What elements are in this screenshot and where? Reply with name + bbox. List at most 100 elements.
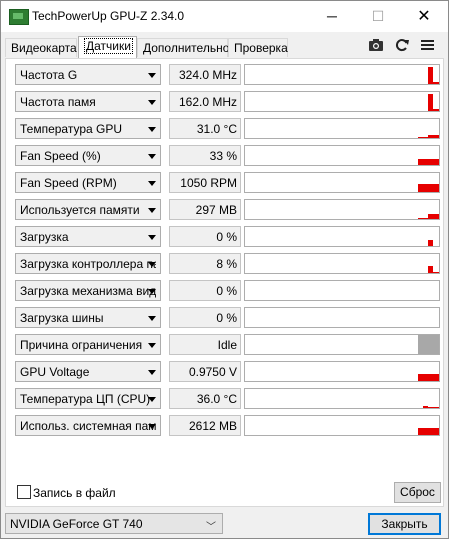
sensor-row: Используется памяти 297 MB [15,198,442,223]
sensor-name-dropdown[interactable]: Температура ЦП (CPU) [15,388,161,409]
dropdown-arrow-icon [148,343,156,348]
sensor-graph-plot [418,135,439,138]
dropdown-arrow-icon [148,100,156,105]
sensor-graph [244,226,440,247]
sensor-graph [244,307,440,328]
graph-bar [423,159,428,165]
graph-bar [418,218,423,219]
sensor-name-dropdown[interactable]: Загрузка шины [15,307,161,328]
graph-bar [433,407,438,408]
sensor-graph-plot [423,406,439,408]
menu-icon[interactable] [419,37,437,53]
sensor-value-box: 2612 MB [169,415,241,436]
sensor-name-dropdown[interactable]: Загрузка механизма видео [15,280,161,301]
dropdown-arrow-icon [148,289,156,294]
chevron-down-icon: ﹀ [206,522,216,533]
sensor-graph-plot [418,428,439,435]
graph-bar [433,82,438,84]
sensor-value: 0 % [216,311,237,325]
sensor-graph [244,280,440,301]
graph-bar [438,109,439,111]
sensor-graph-plot [418,335,439,354]
sensor-name: Загрузка контроллера памяти [20,257,156,271]
sensor-row: Fan Speed (%) 33 % [15,144,442,169]
sensor-value-box: 0 % [169,280,241,301]
window-title: TechPowerUp GPU-Z 2.34.0 [32,9,185,23]
graph-bar [418,159,423,165]
sensor-graph [244,415,440,436]
sensors-panel: Частота G 324.0 MHz Частота памя 162.0 MHz Т… [5,58,444,507]
graph-bar [438,82,439,84]
sensor-name-dropdown[interactable]: Использ. системная память [15,415,161,436]
tab-label: Проверка [234,41,288,55]
graph-bar [428,135,433,138]
camera-icon[interactable] [367,37,385,53]
graph-bar [428,266,433,273]
sensor-name-dropdown[interactable]: Загрузка [15,226,161,247]
sensor-name-dropdown[interactable]: GPU Voltage [15,361,161,382]
sensor-graph [244,172,440,193]
graph-bar [428,428,433,435]
sensor-value-box: 0 % [169,226,241,247]
dropdown-arrow-icon [148,127,156,132]
sensor-row: Загрузка механизма видео 0 % [15,279,442,304]
tab-sensors[interactable]: Датчики [78,36,137,58]
graph-bar [423,374,428,381]
dropdown-arrow-icon [148,208,156,213]
sensor-value-box: 297 MB [169,199,241,220]
sensor-value: 36.0 °C [196,392,237,406]
graph-bar [438,159,439,165]
close-button[interactable]: Закрыть [368,513,441,535]
refresh-icon[interactable] [393,37,411,53]
sensor-name: Загрузка [20,230,69,244]
sensor-graph-plot [418,184,439,192]
gpu-select-dropdown[interactable]: NVIDIA GeForce GT 740 ﹀ [5,513,223,534]
minimize-button[interactable]: ─ [309,1,355,32]
tab-graphics-card[interactable]: Видеокарта [5,38,77,57]
title-bar[interactable]: TechPowerUp GPU-Z 2.34.0 ─ ☐ ✕ [1,1,448,32]
sensor-value-box: 36.0 °C [169,388,241,409]
sensor-graph-plot [428,240,433,246]
sensor-graph [244,199,440,220]
graph-bar [428,407,433,408]
sensor-value: 1050 RPM [180,176,237,190]
sensor-name-dropdown[interactable]: Причина ограничения [15,334,161,355]
sensor-name-dropdown[interactable]: Температура GPU [15,118,161,139]
sensor-row: Температура ЦП (CPU) 36.0 °C [15,387,442,412]
graph-bar [428,240,433,246]
sensor-value-box: 33 % [169,145,241,166]
graph-bar [428,159,433,165]
sensor-name: Температура GPU [20,122,123,136]
graph-bar [423,406,428,408]
sensor-name-dropdown[interactable]: Частота G [15,64,161,85]
graph-bar [433,184,438,192]
graph-bar [438,374,439,381]
close-window-button[interactable]: ✕ [401,1,447,32]
sensor-name: Частота G [20,68,78,82]
log-to-file-checkbox[interactable] [17,485,31,499]
sensor-graph-plot [428,266,439,273]
tab-validation[interactable]: Проверка [228,38,288,57]
graph-bar [428,94,433,111]
sensor-name: Fan Speed (RPM) [20,176,117,190]
graph-bar [418,428,423,435]
sensor-name-dropdown[interactable]: Используется памяти [15,199,161,220]
sensor-name: Используется памяти [20,203,140,217]
sensor-name-dropdown[interactable]: Загрузка контроллера памяти [15,253,161,274]
reset-button[interactable]: Сброс [394,482,441,503]
gpu-select-value: NVIDIA GeForce GT 740 [10,517,143,531]
log-to-file-label: Запись в файл [33,486,116,500]
sensor-name-dropdown[interactable]: Fan Speed (RPM) [15,172,161,193]
sensor-name-dropdown[interactable]: Fan Speed (%) [15,145,161,166]
sensor-graph [244,91,440,112]
tab-label: Датчики [84,38,133,54]
sensor-value: 324.0 MHz [178,68,237,82]
dropdown-arrow-icon [148,262,156,267]
tab-label: Видеокарта [11,41,77,55]
tab-advanced[interactable]: Дополнительно [137,38,229,57]
dropdown-arrow-icon [148,235,156,240]
sensor-value-box: Idle [169,334,241,355]
sensor-graph [244,253,440,274]
maximize-button[interactable]: ☐ [355,1,401,32]
sensor-name-dropdown[interactable]: Частота памя [15,91,161,112]
